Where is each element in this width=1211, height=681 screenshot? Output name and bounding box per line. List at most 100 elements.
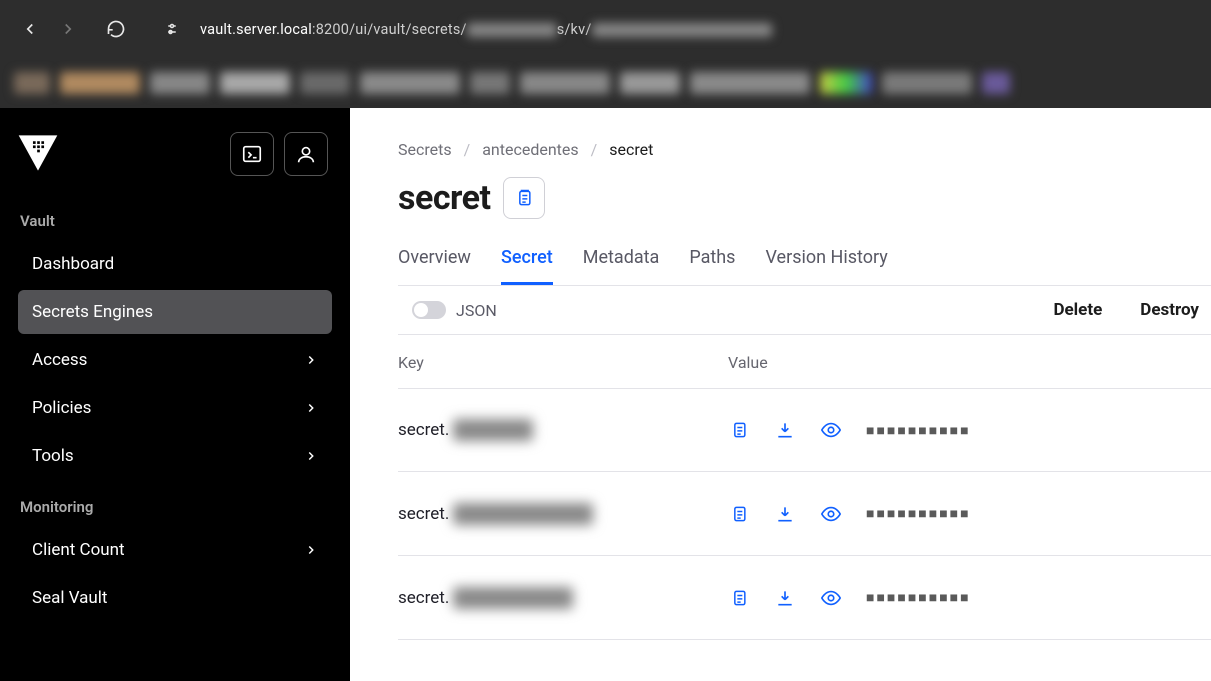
- sidebar-item-label: Dashboard: [32, 254, 114, 274]
- user-menu-button[interactable]: [284, 132, 328, 176]
- kv-rows: secret. ■■■■■■■■■■ secret. ■■■■■■■■■: [398, 388, 1211, 640]
- json-toggle: JSON: [412, 301, 497, 320]
- table-row: secret. ■■■■■■■■■■: [398, 388, 1211, 472]
- sidebar-item-seal-vault[interactable]: Seal Vault: [18, 576, 332, 620]
- sidebar: Vault Dashboard Secrets Engines Access P…: [0, 108, 350, 681]
- kv-key-prefix: secret.: [398, 420, 449, 440]
- bookmark-item[interactable]: [620, 72, 680, 94]
- bookmark-item[interactable]: [882, 72, 972, 94]
- section-label-vault: Vault: [10, 194, 340, 240]
- url-domain: vault.server.local: [200, 21, 312, 38]
- eye-icon[interactable]: [820, 503, 842, 525]
- bookmark-item[interactable]: [60, 72, 140, 94]
- app-shell: Vault Dashboard Secrets Engines Access P…: [0, 108, 1211, 681]
- reload-button[interactable]: [106, 19, 126, 39]
- breadcrumb-current: secret: [609, 140, 653, 159]
- masked-value: ■■■■■■■■■■: [866, 422, 971, 439]
- url-path-2: s/kv/: [557, 21, 592, 38]
- bookmark-item[interactable]: [470, 72, 510, 94]
- bookmark-item[interactable]: [150, 72, 210, 94]
- sidebar-item-label: Access: [32, 350, 87, 370]
- copy-path-button[interactable]: [503, 177, 545, 219]
- eye-icon[interactable]: [820, 587, 842, 609]
- tab-secret[interactable]: Secret: [501, 239, 553, 285]
- nav-vault-list: Dashboard Secrets Engines Access Policie…: [10, 240, 340, 480]
- json-toggle-label: JSON: [456, 301, 497, 320]
- kv-value: ■■■■■■■■■■: [728, 419, 971, 441]
- table-row: secret. ■■■■■■■■■■: [398, 472, 1211, 556]
- column-key: Key: [398, 353, 728, 372]
- redacted-key-part: [453, 419, 533, 441]
- breadcrumb-secrets[interactable]: Secrets: [398, 140, 452, 159]
- site-settings-icon[interactable]: [162, 19, 182, 39]
- nav-monitoring-list: Client Count Seal Vault: [10, 526, 340, 622]
- kv-key: secret.: [398, 503, 728, 525]
- sidebar-item-client-count[interactable]: Client Count: [18, 528, 332, 572]
- url-redacted-1: [467, 23, 557, 37]
- eye-icon[interactable]: [820, 419, 842, 441]
- page-title-row: secret: [398, 177, 1211, 219]
- tabs: Overview Secret Metadata Paths Version H…: [398, 239, 1211, 285]
- copy-icon[interactable]: [728, 503, 750, 525]
- delete-button[interactable]: Delete: [1053, 300, 1102, 320]
- bookmarks-bar: [0, 58, 1211, 108]
- download-icon[interactable]: [774, 587, 796, 609]
- page-title: secret: [398, 178, 491, 218]
- chevron-right-icon: [304, 543, 318, 557]
- main-content: Secrets / antecedentes / secret secret O…: [350, 108, 1211, 681]
- sidebar-item-tools[interactable]: Tools: [18, 434, 332, 478]
- forward-button[interactable]: [58, 19, 78, 39]
- redacted-key-part: [453, 587, 573, 609]
- table-row: secret. ■■■■■■■■■■: [398, 556, 1211, 640]
- bookmark-item[interactable]: [982, 72, 1010, 94]
- vault-logo[interactable]: [16, 132, 60, 176]
- sidebar-item-policies[interactable]: Policies: [18, 386, 332, 430]
- sidebar-item-label: Policies: [32, 398, 91, 418]
- bookmark-item[interactable]: [690, 72, 810, 94]
- sidebar-item-secrets-engines[interactable]: Secrets Engines: [18, 290, 332, 334]
- bookmark-item[interactable]: [520, 72, 610, 94]
- breadcrumb-mid[interactable]: antecedentes: [482, 140, 578, 159]
- url-path-1: /ui/vault/secrets/: [349, 21, 467, 38]
- sidebar-item-label: Secrets Engines: [32, 302, 153, 322]
- action-bar: JSON Delete Destroy: [398, 285, 1211, 335]
- kv-key: secret.: [398, 587, 728, 609]
- chevron-right-icon: [304, 449, 318, 463]
- breadcrumb: Secrets / antecedentes / secret: [398, 140, 1211, 159]
- url-redacted-2: [592, 23, 772, 37]
- sidebar-item-access[interactable]: Access: [18, 338, 332, 382]
- breadcrumb-separator: /: [591, 140, 598, 159]
- download-icon[interactable]: [774, 419, 796, 441]
- header-actions: [230, 132, 328, 176]
- danger-actions: Delete Destroy: [1053, 300, 1199, 320]
- copy-icon[interactable]: [728, 587, 750, 609]
- tab-overview[interactable]: Overview: [398, 239, 471, 285]
- tab-paths[interactable]: Paths: [689, 239, 735, 285]
- column-value: Value: [728, 353, 768, 372]
- masked-value: ■■■■■■■■■■: [866, 589, 971, 606]
- kv-key: secret.: [398, 419, 728, 441]
- destroy-button[interactable]: Destroy: [1140, 300, 1199, 320]
- section-label-monitoring: Monitoring: [10, 480, 340, 526]
- tab-metadata[interactable]: Metadata: [583, 239, 660, 285]
- bookmark-item[interactable]: [300, 72, 350, 94]
- bookmark-item[interactable]: [820, 72, 872, 94]
- chevron-right-icon: [304, 401, 318, 415]
- bookmark-item[interactable]: [220, 72, 290, 94]
- back-button[interactable]: [20, 19, 40, 39]
- bookmark-item[interactable]: [14, 72, 50, 94]
- sidebar-header: [10, 126, 340, 194]
- address-bar[interactable]: vault.server.local:8200/ui/vault/secrets…: [200, 21, 772, 38]
- chevron-right-icon: [304, 353, 318, 367]
- redacted-key-part: [453, 503, 593, 525]
- download-icon[interactable]: [774, 503, 796, 525]
- bookmark-item[interactable]: [360, 72, 460, 94]
- browser-toolbar: vault.server.local:8200/ui/vault/secrets…: [0, 0, 1211, 58]
- json-toggle-switch[interactable]: [412, 301, 446, 319]
- console-button[interactable]: [230, 132, 274, 176]
- sidebar-item-dashboard[interactable]: Dashboard: [18, 242, 332, 286]
- tab-version-history[interactable]: Version History: [765, 239, 887, 285]
- kv-key-prefix: secret.: [398, 588, 449, 608]
- copy-icon[interactable]: [728, 419, 750, 441]
- kv-value: ■■■■■■■■■■: [728, 503, 971, 525]
